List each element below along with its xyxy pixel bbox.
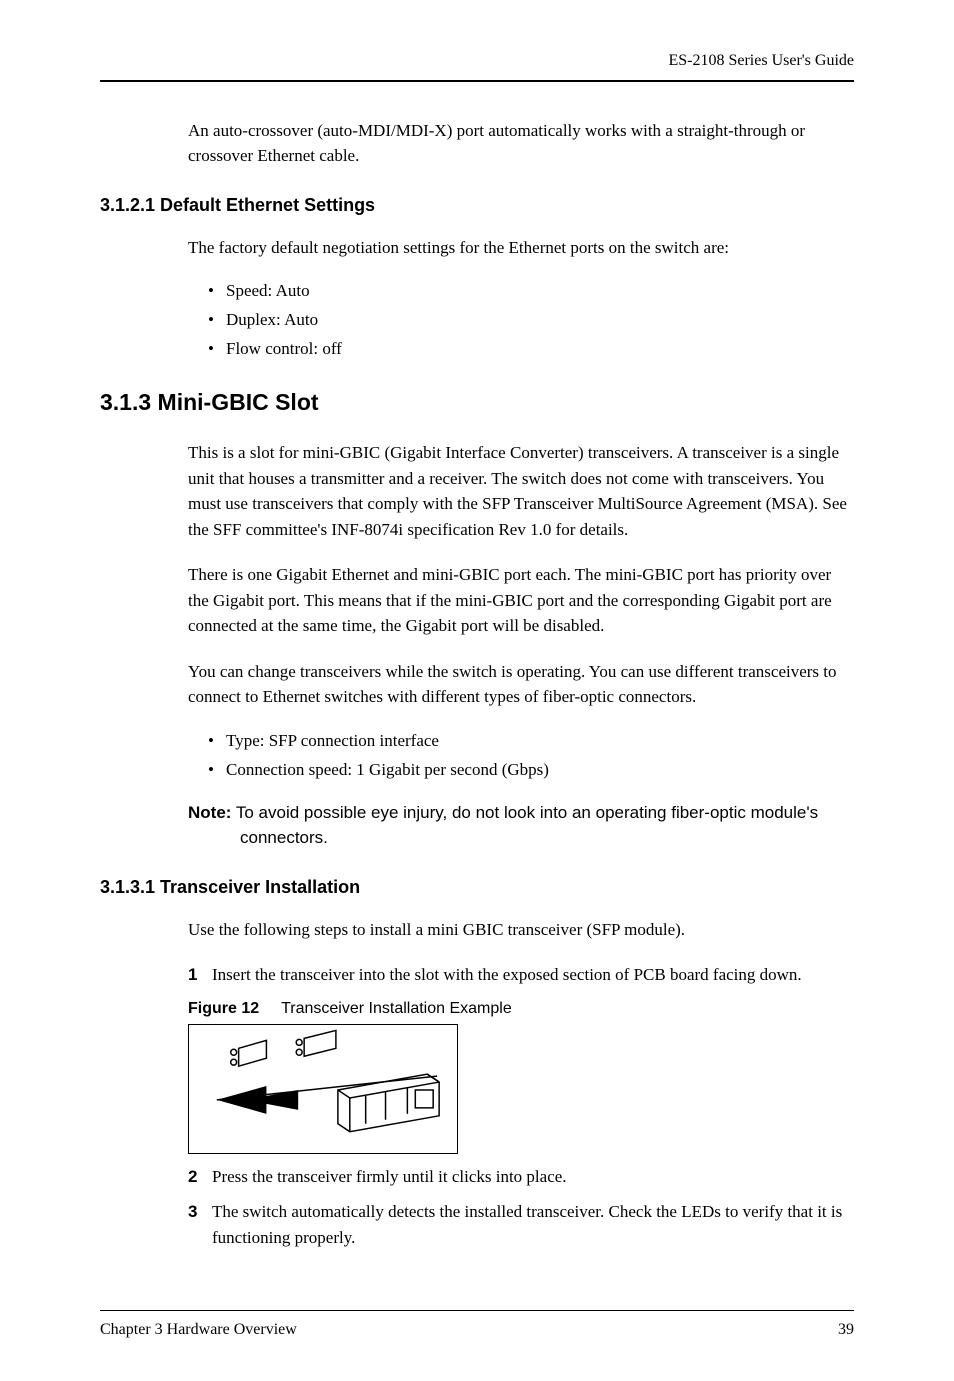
minigbic-paragraph-3: You can change transceivers while the sw… xyxy=(188,659,854,710)
figure-label: Figure 12 xyxy=(188,1000,259,1017)
page-footer: Chapter 3 Hardware Overview 39 xyxy=(100,1310,854,1341)
transceiver-diagram-icon xyxy=(189,1024,457,1154)
heading-default-ethernet-settings: 3.1.2.1 Default Ethernet Settings xyxy=(100,193,854,217)
note-block: Note: To avoid possible eye injury, do n… xyxy=(188,800,854,851)
step-item: Press the transceiver firmly until it cl… xyxy=(188,1164,854,1190)
step-item: The switch automatically detects the ins… xyxy=(188,1199,854,1250)
list-item: Duplex: Auto xyxy=(208,309,854,332)
note-label: Note: xyxy=(188,803,231,822)
header-title: ES-2108 Series User's Guide xyxy=(100,50,854,72)
step-item: Insert the transceiver into the slot wit… xyxy=(188,962,854,988)
transceiver-intro-paragraph: Use the following steps to install a min… xyxy=(188,917,854,943)
minigbic-paragraph-1: This is a slot for mini-GBIC (Gigabit In… xyxy=(188,440,854,542)
figure-caption-text: Transceiver Installation Example xyxy=(281,1000,512,1017)
footer-rule xyxy=(100,1310,854,1311)
list-item: Type: SFP connection interface xyxy=(208,730,854,753)
heading-transceiver-installation: 3.1.3.1 Transceiver Installation xyxy=(100,875,854,899)
footer-chapter: Chapter 3 Hardware Overview xyxy=(100,1319,297,1341)
install-steps-continued: Press the transceiver firmly until it cl… xyxy=(188,1164,854,1251)
note-text: To avoid possible eye injury, do not loo… xyxy=(236,803,818,848)
figure-caption: Figure 12 Transceiver Installation Examp… xyxy=(188,998,854,1020)
minigbic-paragraph-2: There is one Gigabit Ethernet and mini-G… xyxy=(188,562,854,639)
list-item: Speed: Auto xyxy=(208,280,854,303)
defaults-intro-paragraph: The factory default negotiation settings… xyxy=(188,235,854,261)
minigbic-specs-list: Type: SFP connection interface Connectio… xyxy=(208,730,854,782)
intro-paragraph: An auto-crossover (auto-MDI/MDI-X) port … xyxy=(188,118,854,169)
figure-image xyxy=(188,1024,458,1154)
install-steps: Insert the transceiver into the slot wit… xyxy=(188,962,854,988)
list-item: Flow control: off xyxy=(208,338,854,361)
list-item: Connection speed: 1 Gigabit per second (… xyxy=(208,759,854,782)
defaults-list: Speed: Auto Duplex: Auto Flow control: o… xyxy=(208,280,854,361)
heading-mini-gbic-slot: 3.1.3 Mini-GBIC Slot xyxy=(100,387,854,418)
header-rule xyxy=(100,80,854,82)
footer-page-number: 39 xyxy=(838,1319,854,1341)
